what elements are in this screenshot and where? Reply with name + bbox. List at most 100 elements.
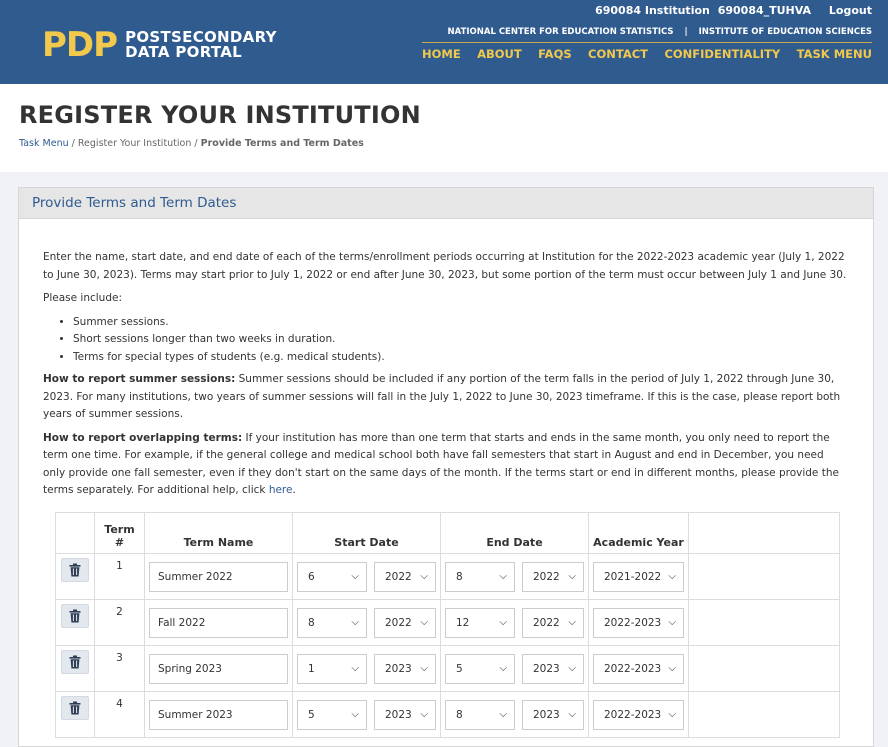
start-month-select[interactable]: 5 ⌵ — [297, 699, 367, 730]
delete-term-button[interactable] — [61, 603, 89, 628]
col-end-date: End Date — [440, 512, 589, 554]
breadcrumb-register: Register Your Institution — [77, 138, 192, 149]
end-year-value: 2022 — [533, 570, 560, 583]
delete-term-button[interactable] — [61, 695, 89, 720]
end-year-select[interactable]: 2023 ⌵ — [522, 699, 584, 730]
start-month-select[interactable]: 1 ⌵ — [297, 653, 367, 684]
delete-term-button[interactable] — [61, 649, 89, 674]
logout-link[interactable]: Logout — [829, 4, 872, 17]
col-start-date: Start Date — [292, 512, 441, 554]
chevron-down-icon: ⌵ — [668, 571, 676, 582]
academic-year-value: 2022-2023 — [604, 662, 662, 675]
start-year-select[interactable]: 2023 ⌵ — [374, 699, 436, 730]
end-year-select[interactable]: 2023 ⌵ — [522, 653, 584, 684]
end-month-select[interactable]: 5 ⌵ — [445, 653, 515, 684]
term-name-input[interactable]: Summer 2022 — [149, 561, 288, 592]
agency-link-nces[interactable]: NATIONAL CENTER FOR EDUCATION STATISTICS — [448, 27, 674, 37]
table-header-row: Term # Term Name Start Date End Date Acad… — [55, 512, 840, 554]
summer-label: How to report summer sessions: — [43, 373, 236, 385]
list-item: Terms for special types of students (e.g… — [73, 349, 849, 367]
end-year-value: 2022 — [533, 616, 560, 629]
start-month-select[interactable]: 8 ⌵ — [297, 607, 367, 638]
nav-home[interactable]: HOME — [422, 47, 461, 61]
end-month-value: 8 — [456, 570, 463, 583]
site-logo[interactable]: PDP POSTSECONDARY DATA PORTAL — [42, 28, 277, 62]
academic-year-value: 2022-2023 — [604, 708, 662, 721]
end-month-select[interactable]: 8 ⌵ — [445, 699, 515, 730]
list-item: Short sessions longer than two weeks in … — [73, 331, 849, 349]
breadcrumb-task-menu[interactable]: Task Menu — [19, 138, 69, 149]
academic-year-select[interactable]: 2022-2023 ⌵ — [593, 699, 684, 730]
nav-faqs[interactable]: FAQS — [538, 47, 572, 61]
delete-term-button[interactable] — [61, 557, 89, 582]
col-term-number-hash: # — [114, 536, 125, 549]
chevron-down-icon: ⌵ — [351, 663, 359, 674]
col-extra — [688, 512, 840, 554]
nav-task-menu[interactable]: TASK MENU — [797, 47, 872, 61]
terms-table: Term # Term Name Start Date End Date Acad… — [55, 512, 840, 738]
end-month-value: 5 — [456, 662, 463, 675]
start-month-value: 8 — [308, 616, 315, 629]
agency-link-ies[interactable]: INSTITUTE OF EDUCATION SCIENCES — [699, 27, 872, 37]
end-year-select[interactable]: 2022 ⌵ — [522, 561, 584, 592]
breadcrumb-sep: / — [194, 138, 198, 149]
trash-icon — [69, 563, 81, 576]
chevron-down-icon: ⌵ — [420, 663, 428, 674]
start-year-value: 2023 — [385, 708, 412, 721]
table-row: 1 Summer 2022 6 ⌵ 2022 ⌵ 8 ⌵ 2022 ⌵ 2021-2022 ⌵ — [55, 553, 840, 600]
term-name-input[interactable]: Summer 2023 — [149, 699, 288, 730]
panel-body: Enter the name, start date, and end date… — [19, 219, 873, 500]
chevron-down-icon: ⌵ — [568, 709, 576, 720]
intro-text: Enter the name, start date, and end date… — [43, 251, 847, 281]
breadcrumb-current: Provide Terms and Term Dates — [200, 138, 364, 149]
start-year-select[interactable]: 2022 ⌵ — [374, 607, 436, 638]
table-row: 2 Fall 2022 8 ⌵ 2022 ⌵ 12 ⌵ 2022 ⌵ 2022-2023 ⌵ — [55, 599, 840, 646]
chevron-down-icon: ⌵ — [351, 571, 359, 582]
chevron-down-icon: ⌵ — [668, 617, 676, 628]
end-year-value: 2023 — [533, 662, 560, 675]
academic-year-value: 2021-2022 — [604, 570, 662, 583]
logo-mark: PDP — [42, 25, 118, 65]
col-academic-year: Academic Year — [588, 512, 689, 554]
term-name-input[interactable]: Spring 2023 — [149, 653, 288, 684]
col-actions — [55, 512, 95, 554]
academic-year-select[interactable]: 2021-2022 ⌵ — [593, 561, 684, 592]
term-number: 4 — [94, 691, 145, 738]
breadcrumb: Task Menu / Register Your Institution / … — [19, 138, 364, 149]
start-year-select[interactable]: 2022 ⌵ — [374, 561, 436, 592]
end-month-select[interactable]: 12 ⌵ — [445, 607, 515, 638]
term-name-input[interactable]: Fall 2022 — [149, 607, 288, 638]
start-year-select[interactable]: 2023 ⌵ — [374, 653, 436, 684]
end-month-select[interactable]: 8 ⌵ — [445, 561, 515, 592]
nav-contact[interactable]: CONTACT — [588, 47, 648, 61]
user-id: 690084_TUHVA — [717, 4, 812, 17]
help-link[interactable]: here — [269, 484, 293, 496]
start-year-value: 2023 — [385, 662, 412, 675]
overlap-instructions: How to report overlapping terms: If your… — [43, 430, 849, 500]
chevron-down-icon: ⌵ — [499, 571, 507, 582]
start-month-select[interactable]: 6 ⌵ — [297, 561, 367, 592]
start-month-value: 5 — [308, 708, 315, 721]
academic-year-select[interactable]: 2022-2023 ⌵ — [593, 607, 684, 638]
terms-panel: Provide Terms and Term Dates Enter the n… — [18, 187, 874, 747]
nav-confidentiality[interactable]: CONFIDENTIALITY — [664, 47, 780, 61]
academic-year-value: 2022-2023 — [604, 616, 662, 629]
user-bar: 690084 Institution 690084_TUHVA Logout — [591, 4, 872, 17]
end-month-value: 8 — [456, 708, 463, 721]
main-nav: HOME ABOUT FAQS CONTACT CONFIDENTIALITY … — [422, 42, 872, 61]
trash-icon — [69, 609, 81, 622]
table-row: 4 Summer 2023 5 ⌵ 2023 ⌵ 8 ⌵ 2023 ⌵ 2022-2023 ⌵ — [55, 691, 840, 738]
panel-title: Provide Terms and Term Dates — [32, 195, 237, 211]
end-month-value: 12 — [456, 616, 470, 629]
term-number: 2 — [94, 599, 145, 646]
end-year-select[interactable]: 2022 ⌵ — [522, 607, 584, 638]
panel-header: Provide Terms and Term Dates — [19, 188, 873, 219]
start-year-value: 2022 — [385, 616, 412, 629]
chevron-down-icon: ⌵ — [351, 617, 359, 628]
chevron-down-icon: ⌵ — [668, 709, 676, 720]
academic-year-select[interactable]: 2022-2023 ⌵ — [593, 653, 684, 684]
site-header: 690084 Institution 690084_TUHVA Logout P… — [0, 0, 888, 84]
table-row: 3 Spring 2023 1 ⌵ 2023 ⌵ 5 ⌵ 2023 ⌵ 2022-2023 ⌵ — [55, 645, 840, 692]
nav-about[interactable]: ABOUT — [477, 47, 522, 61]
chevron-down-icon: ⌵ — [420, 709, 428, 720]
